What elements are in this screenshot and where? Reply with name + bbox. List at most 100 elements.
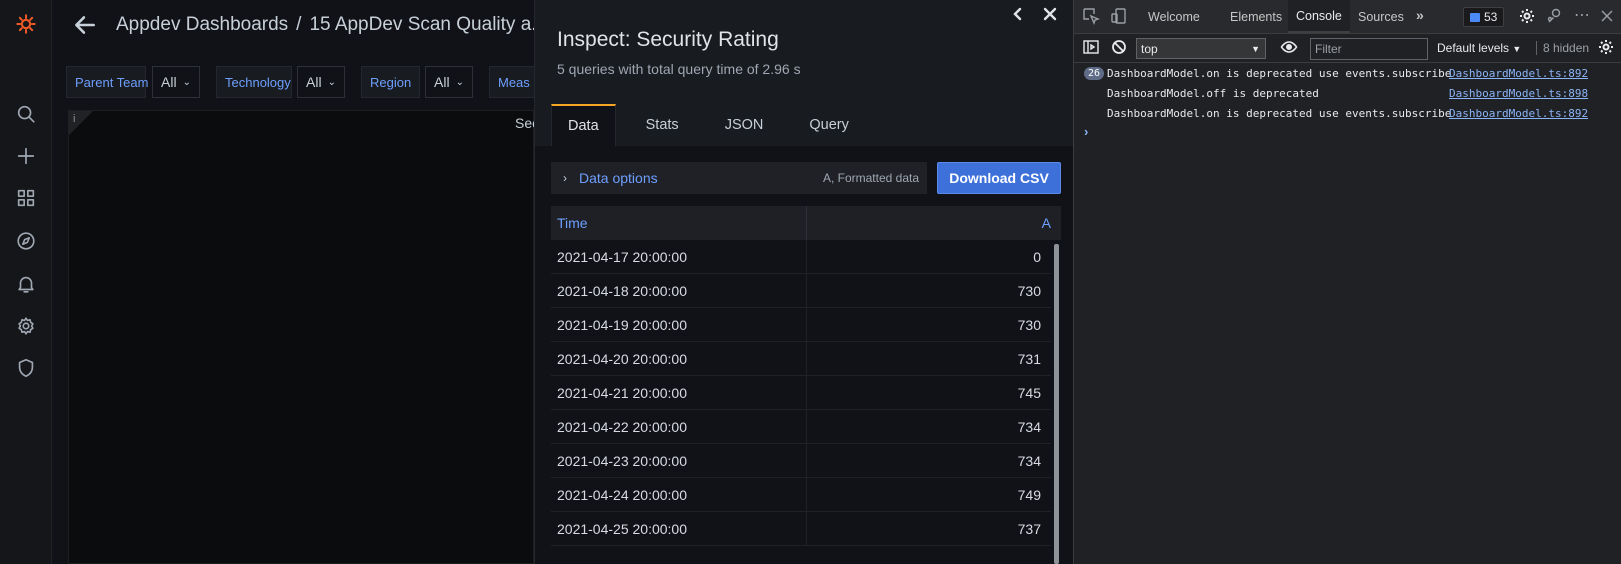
settings-gear-icon[interactable] (10, 310, 42, 342)
plus-icon[interactable] (10, 140, 42, 172)
log-levels-label: Default levels (1437, 41, 1510, 55)
breadcrumb-separator: / (296, 14, 302, 35)
cell-value: 737 (1017, 520, 1041, 537)
feedback-icon[interactable] (1546, 7, 1566, 27)
table-row: 2021-04-22 20:00:00 734 (551, 410, 1051, 444)
variable-label-technology: Technology (216, 66, 292, 98)
shield-icon[interactable] (10, 352, 42, 384)
console-prompt[interactable]: › (1084, 124, 1088, 139)
close-devtools-icon[interactable] (1598, 7, 1618, 27)
console-messages: 26 DashboardModel.on is deprecated use e… (1074, 64, 1621, 124)
back-arrow-icon[interactable] (72, 12, 100, 40)
search-icon[interactable] (10, 98, 42, 130)
cell-time: 2021-04-17 20:00:00 (551, 240, 807, 273)
device-toolbar-icon[interactable] (1110, 7, 1130, 27)
console-filter-input[interactable] (1310, 38, 1428, 60)
variable-select-parent-team[interactable]: All ⌄ (152, 66, 200, 98)
security-rating-panel[interactable]: i Sec (68, 110, 539, 564)
variable-label-region: Region (361, 66, 420, 98)
devtools-panel: Welcome Elements Console Sources » 53 ⋯ (1073, 0, 1621, 564)
inspect-element-icon[interactable] (1082, 7, 1102, 27)
drawer-nav (1009, 6, 1059, 28)
grafana-sidebar (0, 0, 52, 564)
column-header-time[interactable]: Time (551, 206, 807, 240)
tab-data[interactable]: Data (551, 104, 616, 146)
column-header-a[interactable]: A (807, 206, 1061, 240)
more-options-icon[interactable]: ⋯ (1574, 5, 1594, 25)
caret-down-icon: ▼ (1512, 44, 1522, 54)
dashboard-title[interactable]: 15 AppDev Scan Quality a... (309, 14, 547, 35)
cell-value: 730 (1017, 316, 1041, 333)
console-message: DashboardModel.on is deprecated use even… (1074, 104, 1621, 124)
console-source-link[interactable]: DashboardModel.ts:892 (1449, 67, 1588, 80)
repeat-count-badge: 26 (1084, 67, 1105, 80)
table-row: 2021-04-17 20:00:00 0 (551, 240, 1051, 274)
clear-console-icon[interactable] (1110, 38, 1130, 58)
message-icon (1470, 12, 1480, 22)
cell-time: 2021-04-24 20:00:00 (551, 478, 807, 511)
context-select[interactable]: top ▼ (1136, 38, 1266, 59)
data-options-toggle[interactable]: › Data options A, Formatted data (551, 162, 927, 194)
cell-time: 2021-04-21 20:00:00 (551, 376, 807, 409)
table-row: 2021-04-19 20:00:00 730 (551, 308, 1051, 342)
console-message-text: DashboardModel.off is deprecated (1107, 87, 1319, 100)
live-expression-eye-icon[interactable] (1280, 38, 1300, 58)
grafana-logo-icon[interactable] (10, 8, 42, 40)
devtools-tab-welcome[interactable]: Welcome (1148, 0, 1200, 33)
devtools-tab-sources[interactable]: Sources (1358, 0, 1404, 33)
cell-time: 2021-04-25 20:00:00 (551, 512, 807, 545)
variable-value: All (306, 74, 322, 90)
devtools-tab-console[interactable]: Console (1288, 0, 1350, 33)
console-message: 26 DashboardModel.on is deprecated use e… (1074, 64, 1621, 84)
table-row: 2021-04-21 20:00:00 745 (551, 376, 1051, 410)
messages-count-badge[interactable]: 53 (1463, 7, 1505, 27)
close-icon[interactable] (1041, 6, 1059, 28)
table-row: 2021-04-18 20:00:00 730 (551, 274, 1051, 308)
table-row: 2021-04-25 20:00:00 737 (551, 512, 1051, 546)
more-tabs-icon[interactable]: » (1416, 7, 1424, 23)
tab-json[interactable]: JSON (709, 104, 780, 146)
chevron-left-icon[interactable] (1009, 6, 1027, 28)
variable-value: All (434, 74, 450, 90)
settings-gear-icon[interactable] (1518, 7, 1538, 27)
tab-stats[interactable]: Stats (630, 104, 695, 146)
cell-time: 2021-04-22 20:00:00 (551, 410, 807, 443)
screen: Appdev Dashboards / 15 AppDev Scan Quality… (0, 0, 1621, 564)
devtools-tabbar: Welcome Elements Console Sources » 53 ⋯ (1074, 0, 1621, 34)
cell-time: 2021-04-18 20:00:00 (551, 274, 807, 307)
chevron-down-icon: ⌄ (182, 76, 191, 88)
caret-down-icon: ▼ (1251, 43, 1260, 54)
inspect-title: Inspect: Security Rating (557, 28, 779, 51)
table-body: 2021-04-17 20:00:00 0 2021-04-18 20:00:00… (551, 240, 1051, 546)
table-scrollbar[interactable] (1054, 244, 1059, 564)
chevron-right-icon: › (563, 171, 567, 185)
explore-compass-icon[interactable] (10, 225, 42, 257)
devtools-tab-elements[interactable]: Elements (1230, 0, 1282, 33)
variable-value: All (161, 74, 177, 90)
variable-label-parent-team: Parent Team (66, 66, 148, 98)
cell-value: 734 (1017, 452, 1041, 469)
inspect-tabs: Data Stats JSON Query (551, 104, 879, 146)
console-message-text: DashboardModel.on is deprecated use even… (1107, 107, 1452, 120)
table-row: 2021-04-23 20:00:00 734 (551, 444, 1051, 478)
sidebar-toggle-icon[interactable] (1082, 38, 1102, 58)
download-csv-button[interactable]: Download CSV (937, 162, 1061, 194)
variable-select-region[interactable]: All ⌄ (425, 66, 473, 98)
cell-value: 0 (1033, 248, 1041, 265)
log-levels-select[interactable]: Default levels ▼ (1437, 41, 1521, 55)
dashboards-grid-icon[interactable] (10, 182, 42, 214)
breadcrumb-folder[interactable]: Appdev Dashboards (116, 14, 288, 35)
info-icon[interactable]: i (73, 113, 75, 125)
console-source-link[interactable]: DashboardModel.ts:898 (1449, 87, 1588, 100)
alerting-bell-icon[interactable] (10, 268, 42, 300)
console-settings-gear-icon[interactable] (1597, 38, 1617, 58)
console-source-link[interactable]: DashboardModel.ts:892 (1449, 107, 1588, 120)
message-count: 53 (1484, 10, 1498, 24)
variable-select-technology[interactable]: All ⌄ (297, 66, 345, 98)
breadcrumb: Appdev Dashboards / 15 AppDev Scan Quality… (116, 14, 547, 36)
cell-time: 2021-04-20 20:00:00 (551, 342, 807, 375)
hidden-messages-count: 8 hidden (1536, 41, 1589, 55)
data-table: Time A 2021-04-17 20:00:00 0 2021-04-18 2… (551, 206, 1061, 564)
tab-query[interactable]: Query (793, 104, 865, 146)
cell-value: 734 (1017, 418, 1041, 435)
